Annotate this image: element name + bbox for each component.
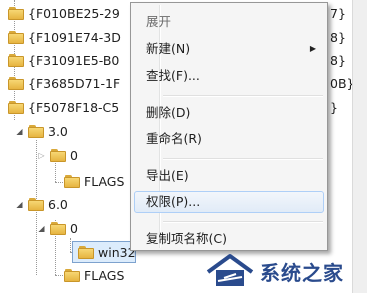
context-menu: 展开 新建(N) ▶ 查找(F)... 删除(D) 重命名(R) 导出(E) 权… [130,2,328,251]
menu-item-find[interactable]: 查找(F)... [134,65,324,87]
folder-icon [78,245,94,259]
tree-item-label: FLAGS [84,267,125,283]
tree-item[interactable]: {F1091E74-3D [8,26,121,48]
menu-item-copy-key-name[interactable]: 复制项名称(C) [134,228,324,250]
tree-item-3-0-0[interactable]: ▷ 0 [36,144,78,166]
tree-item-6-0-0[interactable]: ◢ 0 [36,217,78,239]
tree-item-label: FLAGS [84,173,125,189]
tree-item-label: {F31091E5-B0 [28,52,120,68]
tree-item-6-0-flags[interactable]: FLAGS [64,264,124,286]
tree-item-label-overflow: 7} [330,5,346,21]
tree-item-3-0-flags[interactable]: FLAGS [64,170,124,192]
menu-item-permissions[interactable]: 权限(P)... [134,191,324,213]
menu-separator [163,158,323,160]
folder-icon [50,148,66,162]
tree-item-6-0[interactable]: ◢ 6.0 [14,193,68,215]
menu-item-label: 展开 [146,14,172,29]
folder-icon [8,100,24,114]
tree-item-label: 0 [70,147,78,163]
folder-icon [28,197,44,211]
menu-item-label: 查找(F)... [146,68,200,83]
menu-separator [163,95,323,97]
folder-icon [8,53,24,67]
folder-icon [8,6,24,20]
tree-item-label-overflow: } [330,99,338,115]
submenu-arrow-icon: ▶ [309,44,316,53]
folder-icon [50,221,66,235]
tree-item-label: 6.0 [48,196,68,212]
menu-item-label: 新建(N) [146,41,191,56]
folder-icon [28,124,44,138]
tree-item[interactable]: {F5078F18-C5 [8,96,119,118]
expanded-arrow-icon[interactable]: ◢ [14,199,25,210]
tree-item-label: 0 [70,220,78,236]
folder-icon [64,174,80,188]
tree-item-label-overflow: 8} [330,29,346,45]
watermark-text: 系统之家 [260,261,344,285]
tree-item-label: {F3685D71-1F [28,75,121,91]
menu-item-export[interactable]: 导出(E) [134,165,324,187]
tree-item-3-0[interactable]: ◢ 3.0 [14,120,68,142]
expanded-arrow-icon[interactable]: ◢ [36,223,47,234]
menu-item-label: 删除(D) [146,105,191,120]
menu-item-rename[interactable]: 重命名(R) [134,128,324,150]
menu-item-label: 复制项名称(C) [146,231,227,246]
folder-icon [8,76,24,90]
tree-item[interactable]: {F3685D71-1F [8,72,120,94]
tree-item-label-overflow: 8} [330,52,346,68]
tree-item-label: 3.0 [48,123,68,139]
house-logo-icon [206,254,254,286]
tree-item-label-overflow: 0B} [330,75,355,91]
collapsed-arrow-icon[interactable]: ▷ [36,150,47,161]
menu-item-expand[interactable]: 展开 [134,11,324,33]
tree-item[interactable]: {F010BE25-29 [8,2,120,24]
menu-item-label: 导出(E) [146,168,189,183]
menu-item-delete[interactable]: 删除(D) [134,102,324,124]
tree-item-label: {F5078F18-C5 [28,99,120,115]
watermark: 系统之家 [200,248,367,293]
menu-separator [163,221,323,223]
folder-icon [8,30,24,44]
tree-item-label: {F010BE25-29 [28,5,120,21]
expanded-arrow-icon[interactable]: ◢ [14,126,25,137]
tree-guide-line [70,238,71,252]
menu-item-label: 权限(P)... [146,194,201,209]
tree-item[interactable]: {F31091E5-B0 [8,49,119,71]
menu-item-new[interactable]: 新建(N) ▶ [134,38,324,60]
folder-icon [64,268,80,282]
menu-item-label: 重命名(R) [146,131,202,146]
tree-item-win32[interactable]: win32 [78,241,136,263]
tree-item-label: {F1091E74-3D [28,29,121,45]
